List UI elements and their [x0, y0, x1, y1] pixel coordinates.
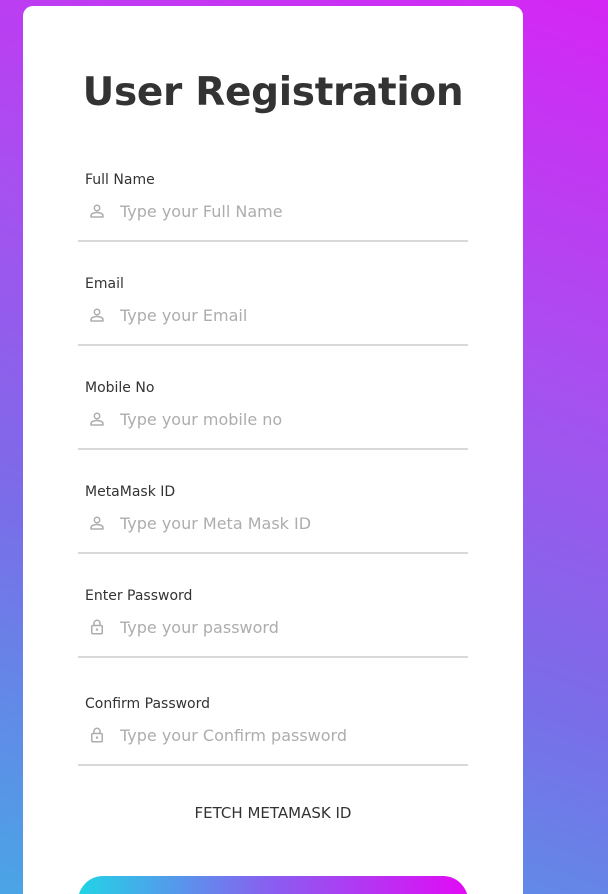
metamask-input[interactable]	[120, 510, 460, 536]
register-button[interactable]	[78, 876, 468, 894]
mobile-input[interactable]	[120, 406, 460, 432]
metamask-row	[78, 508, 468, 554]
password-label: Enter Password	[85, 588, 193, 604]
email-row	[78, 300, 468, 346]
password-field: Enter Password	[78, 588, 468, 668]
email-label: Email	[85, 276, 124, 292]
full-name-label: Full Name	[85, 172, 155, 188]
user-icon	[90, 412, 104, 426]
user-icon	[90, 308, 104, 322]
user-icon	[90, 204, 104, 218]
confirm-password-label: Confirm Password	[85, 696, 211, 712]
email-input[interactable]	[120, 302, 460, 328]
email-field: Email	[78, 276, 468, 356]
password-input[interactable]	[120, 614, 460, 640]
mobile-label: Mobile No	[85, 380, 155, 396]
full-name-field: Full Name	[78, 172, 468, 252]
metamask-field: MetaMask ID	[78, 484, 468, 564]
confirm-password-input[interactable]	[120, 722, 460, 748]
mobile-field: Mobile No	[78, 380, 468, 460]
registration-card: User Registration Full Name Email Mobile…	[23, 6, 523, 894]
user-icon	[90, 516, 104, 530]
lock-icon	[91, 619, 103, 635]
fetch-metamask-button[interactable]: FETCH METAMASK ID	[23, 804, 523, 822]
full-name-row	[78, 196, 468, 242]
full-name-input[interactable]	[120, 198, 460, 224]
confirm-password-field: Confirm Password	[78, 696, 468, 776]
confirm-password-row	[78, 720, 468, 766]
password-row	[78, 612, 468, 658]
mobile-row	[78, 404, 468, 450]
metamask-label: MetaMask ID	[85, 484, 176, 500]
lock-icon	[91, 727, 103, 743]
page-title: User Registration	[82, 70, 464, 115]
